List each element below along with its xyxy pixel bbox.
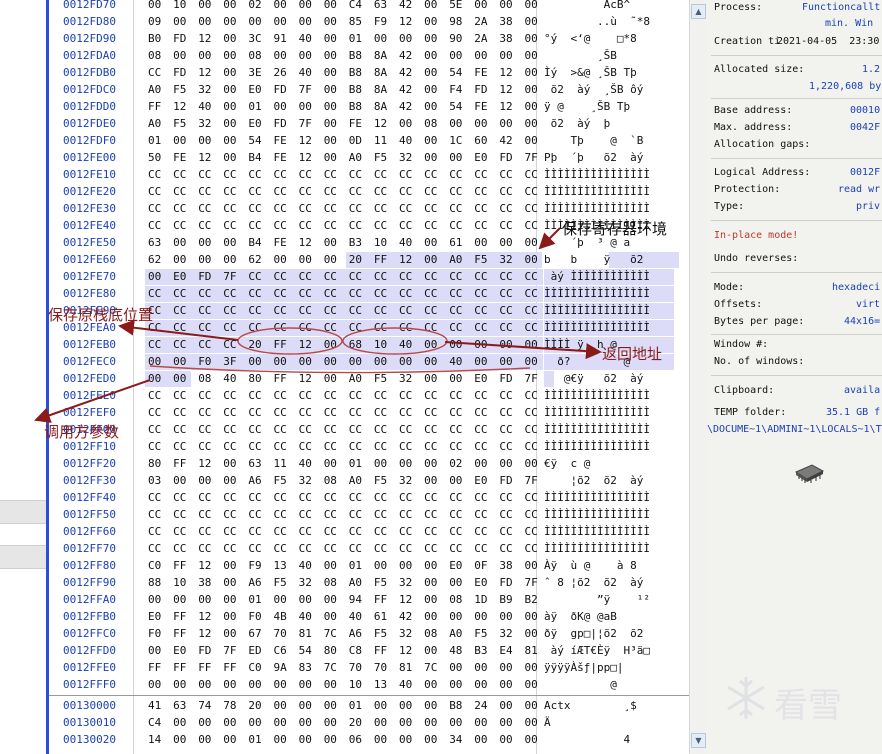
save-stack-bottom-label: 保存原栈底位置 xyxy=(48,306,154,324)
arrow-caller-args xyxy=(34,379,151,423)
caller-args-label: 调用方参数 xyxy=(44,423,120,441)
arrow-stack-bottom xyxy=(118,319,239,341)
annotation-overlay xyxy=(34,227,602,423)
return-address-highlight xyxy=(342,327,448,355)
return-address-label: 返回地址 xyxy=(602,345,663,363)
stack-bottom-highlight xyxy=(237,327,343,355)
save-env-label: 保存寄存器环境 xyxy=(562,220,668,238)
args-underline xyxy=(149,365,531,374)
arrow-return-address xyxy=(444,341,602,360)
arrow-save-env xyxy=(538,227,561,250)
